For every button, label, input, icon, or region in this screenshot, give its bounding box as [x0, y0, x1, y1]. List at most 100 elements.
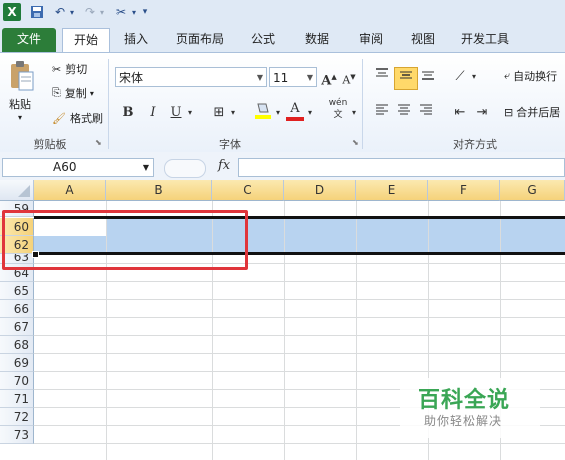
column-header-g[interactable]: G [500, 180, 565, 201]
grid-line [284, 201, 285, 460]
tab-review[interactable]: 审阅 [348, 28, 394, 52]
excel-logo-icon: X [3, 3, 21, 21]
redo-icon[interactable]: ↷ [82, 3, 98, 21]
scissors-icon: ✂ [52, 62, 62, 76]
select-all-corner[interactable] [0, 180, 34, 201]
cut-button[interactable]: ✂ 剪切 [52, 61, 87, 77]
tab-formulas[interactable]: 公式 [240, 28, 286, 52]
grid-line [356, 201, 357, 460]
font-size-dropdown-icon[interactable]: ▼ [307, 68, 313, 88]
tab-page-layout[interactable]: 页面布局 [168, 28, 232, 52]
phonetic-dropdown-icon[interactable]: ▾ [350, 103, 358, 123]
annotation-highlight-box [2, 210, 248, 270]
customize-qat-icon[interactable]: ▾ [140, 3, 150, 21]
paste-button[interactable]: 粘贴 [9, 96, 31, 112]
tab-view[interactable]: 视图 [400, 28, 446, 52]
decrease-indent-icon[interactable]: ⇤ [450, 103, 470, 123]
format-painter-button[interactable]: 🖌 格式刷 [52, 110, 103, 126]
row-header-69[interactable]: 69 [0, 354, 34, 372]
increase-indent-icon[interactable]: ⇥ [472, 103, 492, 123]
formula-buttons [164, 159, 206, 178]
name-box-dropdown-icon[interactable]: ▼ [143, 159, 149, 176]
group-separator [108, 59, 109, 149]
tools-icon[interactable]: ✂ [112, 3, 130, 21]
grid-line [34, 443, 565, 444]
column-header-c[interactable]: C [212, 180, 284, 201]
row-header-73[interactable]: 73 [0, 426, 34, 444]
font-group-label: 字体 [219, 138, 241, 151]
align-top-icon[interactable] [372, 67, 392, 88]
redo-dropdown-icon[interactable]: ▾ [98, 3, 106, 21]
border-dropdown-icon[interactable]: ▾ [228, 103, 238, 123]
paste-icon[interactable] [8, 59, 38, 95]
copy-button[interactable]: ⎘ 复制 ▾ [52, 85, 94, 101]
font-size-combo[interactable]: 11 ▼ [269, 67, 317, 87]
orientation-dropdown-icon[interactable]: ▾ [470, 67, 478, 87]
row-header-72[interactable]: 72 [0, 408, 34, 426]
row-header-65[interactable]: 65 [0, 282, 34, 300]
undo-icon[interactable]: ↶ [52, 3, 68, 21]
align-center-icon[interactable] [394, 103, 414, 124]
underline-button[interactable]: U [168, 103, 184, 123]
format-painter-label: 格式刷 [69, 112, 103, 125]
font-name-dropdown-icon[interactable]: ▼ [257, 68, 263, 88]
copy-dropdown-icon[interactable]: ▾ [90, 89, 94, 98]
grow-font-icon[interactable]: A▲ [320, 67, 338, 91]
align-left-icon[interactable] [372, 103, 392, 124]
row-header-70[interactable]: 70 [0, 372, 34, 390]
row-header-67[interactable]: 67 [0, 318, 34, 336]
save-icon[interactable] [28, 3, 46, 21]
cut-label: 剪切 [65, 63, 88, 76]
formula-input[interactable] [238, 158, 565, 177]
row-header-71[interactable]: 71 [0, 390, 34, 408]
insert-function-icon[interactable]: fx [218, 158, 230, 173]
fill-color-icon[interactable] [253, 101, 273, 128]
font-size-value: 11 [273, 71, 289, 85]
font-launcher-icon[interactable]: ⬊ [352, 138, 359, 147]
tab-insert[interactable]: 插入 [114, 28, 158, 52]
row-header-68[interactable]: 68 [0, 336, 34, 354]
tools-dropdown-icon[interactable]: ▾ [130, 3, 138, 21]
grid-line [34, 371, 565, 372]
merge-center-label: 合并后居 [516, 106, 561, 119]
grid-line [34, 353, 565, 354]
column-header-b[interactable]: B [106, 180, 212, 201]
align-right-icon[interactable] [416, 103, 436, 124]
name-box[interactable]: A60 ▼ [2, 158, 154, 177]
font-color-icon[interactable]: A [286, 101, 304, 121]
row-header-66[interactable]: 66 [0, 300, 34, 318]
align-bottom-icon[interactable] [418, 67, 438, 88]
tab-data[interactable]: 数据 [294, 28, 340, 52]
align-middle-icon[interactable] [394, 67, 418, 90]
undo-dropdown-icon[interactable]: ▾ [68, 3, 76, 21]
column-header-e[interactable]: E [356, 180, 428, 201]
tab-developer[interactable]: 开发工具 [452, 28, 518, 52]
grid-line [34, 317, 565, 318]
column-header-d[interactable]: D [284, 180, 356, 201]
font-name-combo[interactable]: 宋体 ▼ [115, 67, 267, 87]
underline-dropdown-icon[interactable]: ▾ [185, 103, 195, 123]
border-icon[interactable]: ⊞ [210, 103, 228, 123]
tab-home[interactable]: 开始 [62, 28, 110, 53]
orientation-icon[interactable]: ⟋ [450, 67, 470, 87]
fill-color-dropdown-icon[interactable]: ▾ [273, 103, 283, 123]
watermark: 百科全说 助你轻松解决 [400, 378, 540, 438]
clipboard-launcher-icon[interactable]: ⬊ [95, 138, 102, 147]
quick-access-toolbar: X ↶ ▾ ↷ ▾ ✂ ▾ ▾ [0, 0, 565, 25]
italic-button[interactable]: I [145, 103, 161, 123]
wrap-text-button[interactable]: ⤶ 自动换行 [504, 68, 557, 84]
ribbon: 粘贴 ▾ ✂ 剪切 ⎘ 复制 ▾ 🖌 格式刷 剪贴板 ⬊ 宋体 ▼ 11 ▼ A▲ A▼ B… [0, 52, 565, 154]
column-header-a[interactable]: A [34, 180, 106, 201]
paste-dropdown-icon[interactable]: ▾ [18, 113, 22, 122]
shrink-font-icon[interactable]: A▼ [340, 67, 358, 91]
tab-file[interactable]: 文件 [2, 28, 56, 52]
clipboard-group-label: 剪贴板 [33, 138, 67, 151]
column-header-f[interactable]: F [428, 180, 500, 201]
phonetic-guide-icon[interactable]: wén 文 [326, 97, 350, 121]
merge-center-button[interactable]: ⊟ 合并后居 [504, 104, 560, 120]
watermark-subtitle: 助你轻松解决 [424, 414, 503, 428]
bold-button[interactable]: B [120, 103, 136, 123]
merge-cells-icon: ⊟ [504, 105, 514, 119]
wrap-text-label: 自动换行 [513, 70, 558, 83]
font-color-dropdown-icon[interactable]: ▾ [305, 103, 315, 123]
